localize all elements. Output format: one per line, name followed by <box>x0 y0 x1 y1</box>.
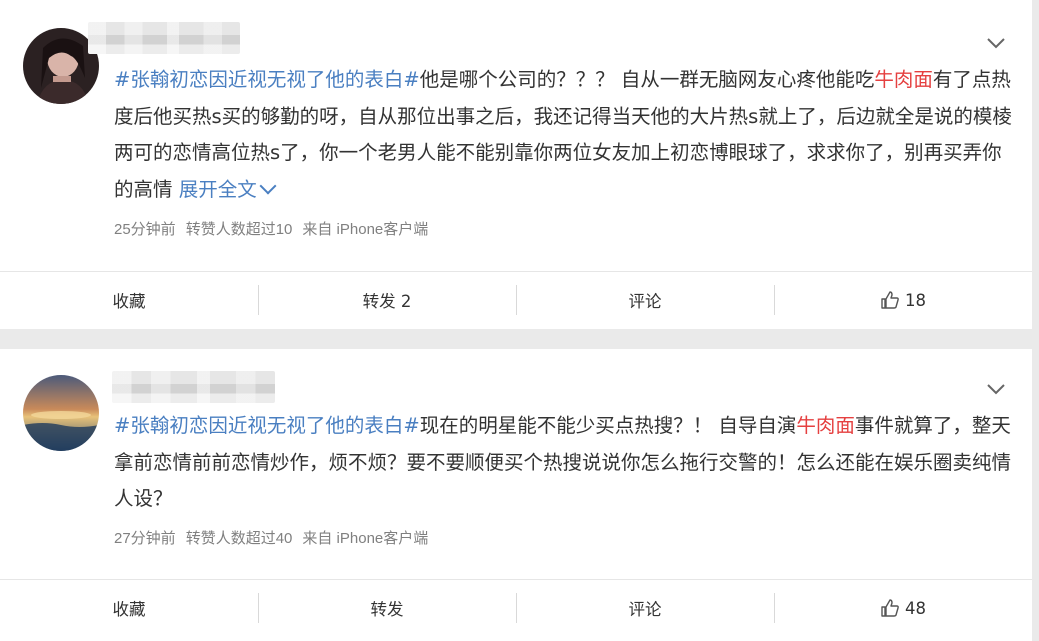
repost-info: 转赞人数超过10 <box>185 221 293 238</box>
comment-button[interactable]: 评论 <box>516 580 774 636</box>
favorite-button[interactable]: 收藏 <box>0 580 258 636</box>
post-time[interactable]: 25分钟前 <box>114 221 176 238</box>
username-redacted <box>112 371 275 403</box>
like-button[interactable]: 18 <box>774 272 1032 328</box>
post-card: #张翰初恋因近视无视了他的表白#他是哪个公司的？？？ 自从一群无脑网友心疼他能吃… <box>0 0 1032 329</box>
chevron-down-icon[interactable] <box>986 33 1006 53</box>
thumbs-up-icon <box>881 291 899 309</box>
post-source: 来自 iPhone客户端 <box>302 221 429 238</box>
expand-full-text-link[interactable]: 展开全文 <box>179 177 277 201</box>
post-time[interactable]: 27分钟前 <box>114 530 176 547</box>
repost-info: 转赞人数超过40 <box>185 530 293 547</box>
repost-button[interactable]: 转发 2 <box>258 272 516 328</box>
post-text: #张翰初恋因近视无视了他的表白#现在的明星能不能少买点热搜？！ 自导自演牛肉面事… <box>114 408 1014 518</box>
highlight-keyword[interactable]: 牛肉面 <box>796 414 855 437</box>
chevron-down-icon[interactable] <box>986 379 1006 399</box>
like-button[interactable]: 48 <box>774 580 1032 636</box>
post-meta: 27分钟前 转赞人数超过40 来自 iPhone客户端 <box>114 527 438 548</box>
text-segment: 他是哪个公司的？？？ 自从一群无脑网友心疼他能吃 <box>419 68 875 91</box>
comment-button[interactable]: 评论 <box>516 272 774 328</box>
post-meta: 25分钟前 转赞人数超过10 来自 iPhone客户端 <box>114 218 438 239</box>
post-source: 来自 iPhone客户端 <box>302 530 429 547</box>
post-text: #张翰初恋因近视无视了他的表白#他是哪个公司的？？？ 自从一群无脑网友心疼他能吃… <box>114 62 1014 208</box>
chevron-down-icon <box>259 177 277 194</box>
text-segment: 现在的明星能不能少买点热搜？！ 自导自演 <box>419 414 797 437</box>
post-card: #张翰初恋因近视无视了他的表白#现在的明星能不能少买点热搜？！ 自导自演牛肉面事… <box>0 349 1032 641</box>
highlight-keyword[interactable]: 牛肉面 <box>874 68 933 91</box>
username-redacted <box>88 22 240 54</box>
avatar[interactable] <box>23 375 99 451</box>
action-bar: 收藏 转发 2 评论 18 <box>0 272 1032 328</box>
thumbs-up-icon <box>881 599 899 617</box>
action-bar: 收藏 转发 评论 48 <box>0 580 1032 636</box>
favorite-button[interactable]: 收藏 <box>0 272 258 328</box>
topic-link[interactable]: #张翰初恋因近视无视了他的表白# <box>114 414 420 437</box>
topic-link[interactable]: #张翰初恋因近视无视了他的表白# <box>114 68 420 91</box>
repost-button[interactable]: 转发 <box>258 580 516 636</box>
